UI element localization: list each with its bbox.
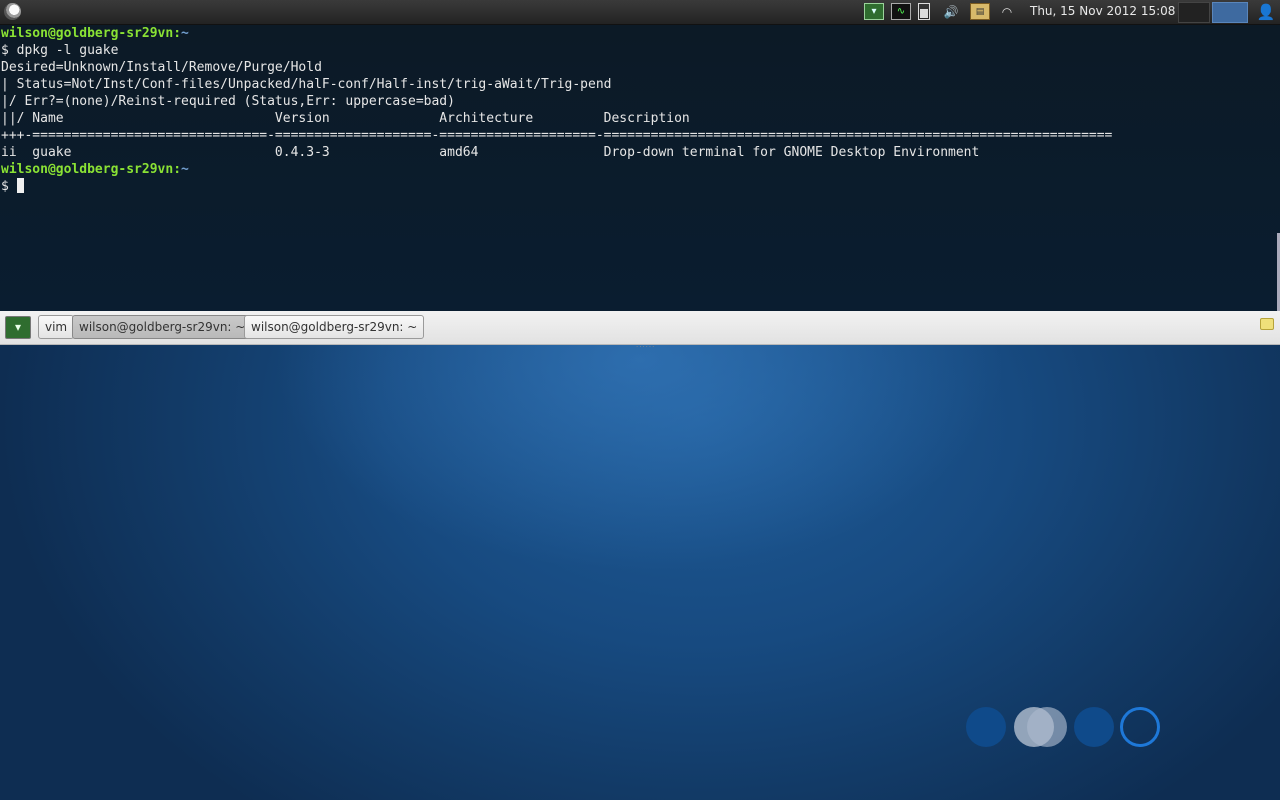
guake-tray-icon[interactable]: ▾ xyxy=(864,3,884,20)
notification-icon[interactable] xyxy=(1260,318,1274,330)
clipboard-icon[interactable]: ▤ xyxy=(970,3,990,20)
guake-terminal[interactable]: wilson@goldberg-sr29vn:~ $ dpkg -l guake… xyxy=(0,25,1280,311)
prompt-line: wilson@goldberg-sr29vn:~ xyxy=(1,162,189,177)
input-line[interactable]: $ xyxy=(1,178,1112,195)
wallpaper-circle xyxy=(1074,707,1114,747)
output-line: | Status=Not/Inst/Conf-files/Unpacked/ha… xyxy=(1,77,612,92)
wallpaper-ring xyxy=(1120,707,1160,747)
wallpaper-circle xyxy=(1027,707,1067,747)
user-menu-icon[interactable]: 👤 xyxy=(1256,3,1276,21)
output-line: |/ Err?=(none)/Reinst-required (Status,E… xyxy=(1,94,455,109)
top-panel: ▾ ∿ 🔊 ▤ ◠ Thu, 15 Nov 2012 15:08 👤 xyxy=(0,0,1280,25)
add-tab-button[interactable]: ▾ xyxy=(5,316,31,339)
prompt-user-host: wilson@goldberg-sr29vn xyxy=(1,26,174,41)
volume-icon[interactable]: 🔊 xyxy=(940,4,962,20)
prompt-line: wilson@goldberg-sr29vn:~ xyxy=(1,26,189,41)
prompt-cwd: ~ xyxy=(181,26,189,41)
system-monitor-icon[interactable]: ∿ xyxy=(891,3,911,20)
prompt-user-host: wilson@goldberg-sr29vn xyxy=(1,162,174,177)
output-line: ||/ Name Version Architecture Descriptio… xyxy=(1,111,690,126)
resize-handle[interactable]: ...... xyxy=(636,341,655,349)
wifi-icon[interactable]: ◠ xyxy=(997,4,1017,20)
command-line: $ dpkg -l guake xyxy=(1,43,119,58)
app-menu-icon[interactable] xyxy=(4,3,21,20)
prompt-symbol: $ xyxy=(1,179,17,194)
terminal-output: wilson@goldberg-sr29vn:~ $ dpkg -l guake… xyxy=(1,25,1112,195)
guake-tab-bar: ▾ vim wilson@goldberg-sr29vn: ~ wilson@g… xyxy=(0,311,1280,349)
tab-vim[interactable]: vim xyxy=(38,315,75,339)
prompt-cwd: ~ xyxy=(181,162,189,177)
output-line: ii guake 0.4.3-3 amd64 Drop-down termina… xyxy=(1,145,980,160)
workspace-switcher-1[interactable] xyxy=(1178,2,1210,23)
output-line: +++-==============================-=====… xyxy=(1,128,1113,143)
tab-terminal[interactable]: wilson@goldberg-sr29vn: ~ xyxy=(244,315,425,339)
wallpaper-circle xyxy=(966,707,1006,747)
text-cursor xyxy=(16,178,24,193)
tab-terminal-active[interactable]: wilson@goldberg-sr29vn: ~ xyxy=(72,315,253,339)
battery-icon[interactable] xyxy=(918,3,930,20)
clock[interactable]: Thu, 15 Nov 2012 15:08 xyxy=(1030,4,1175,18)
workspace-switcher-2[interactable] xyxy=(1212,2,1248,23)
output-line: Desired=Unknown/Install/Remove/Purge/Hol… xyxy=(1,60,322,75)
